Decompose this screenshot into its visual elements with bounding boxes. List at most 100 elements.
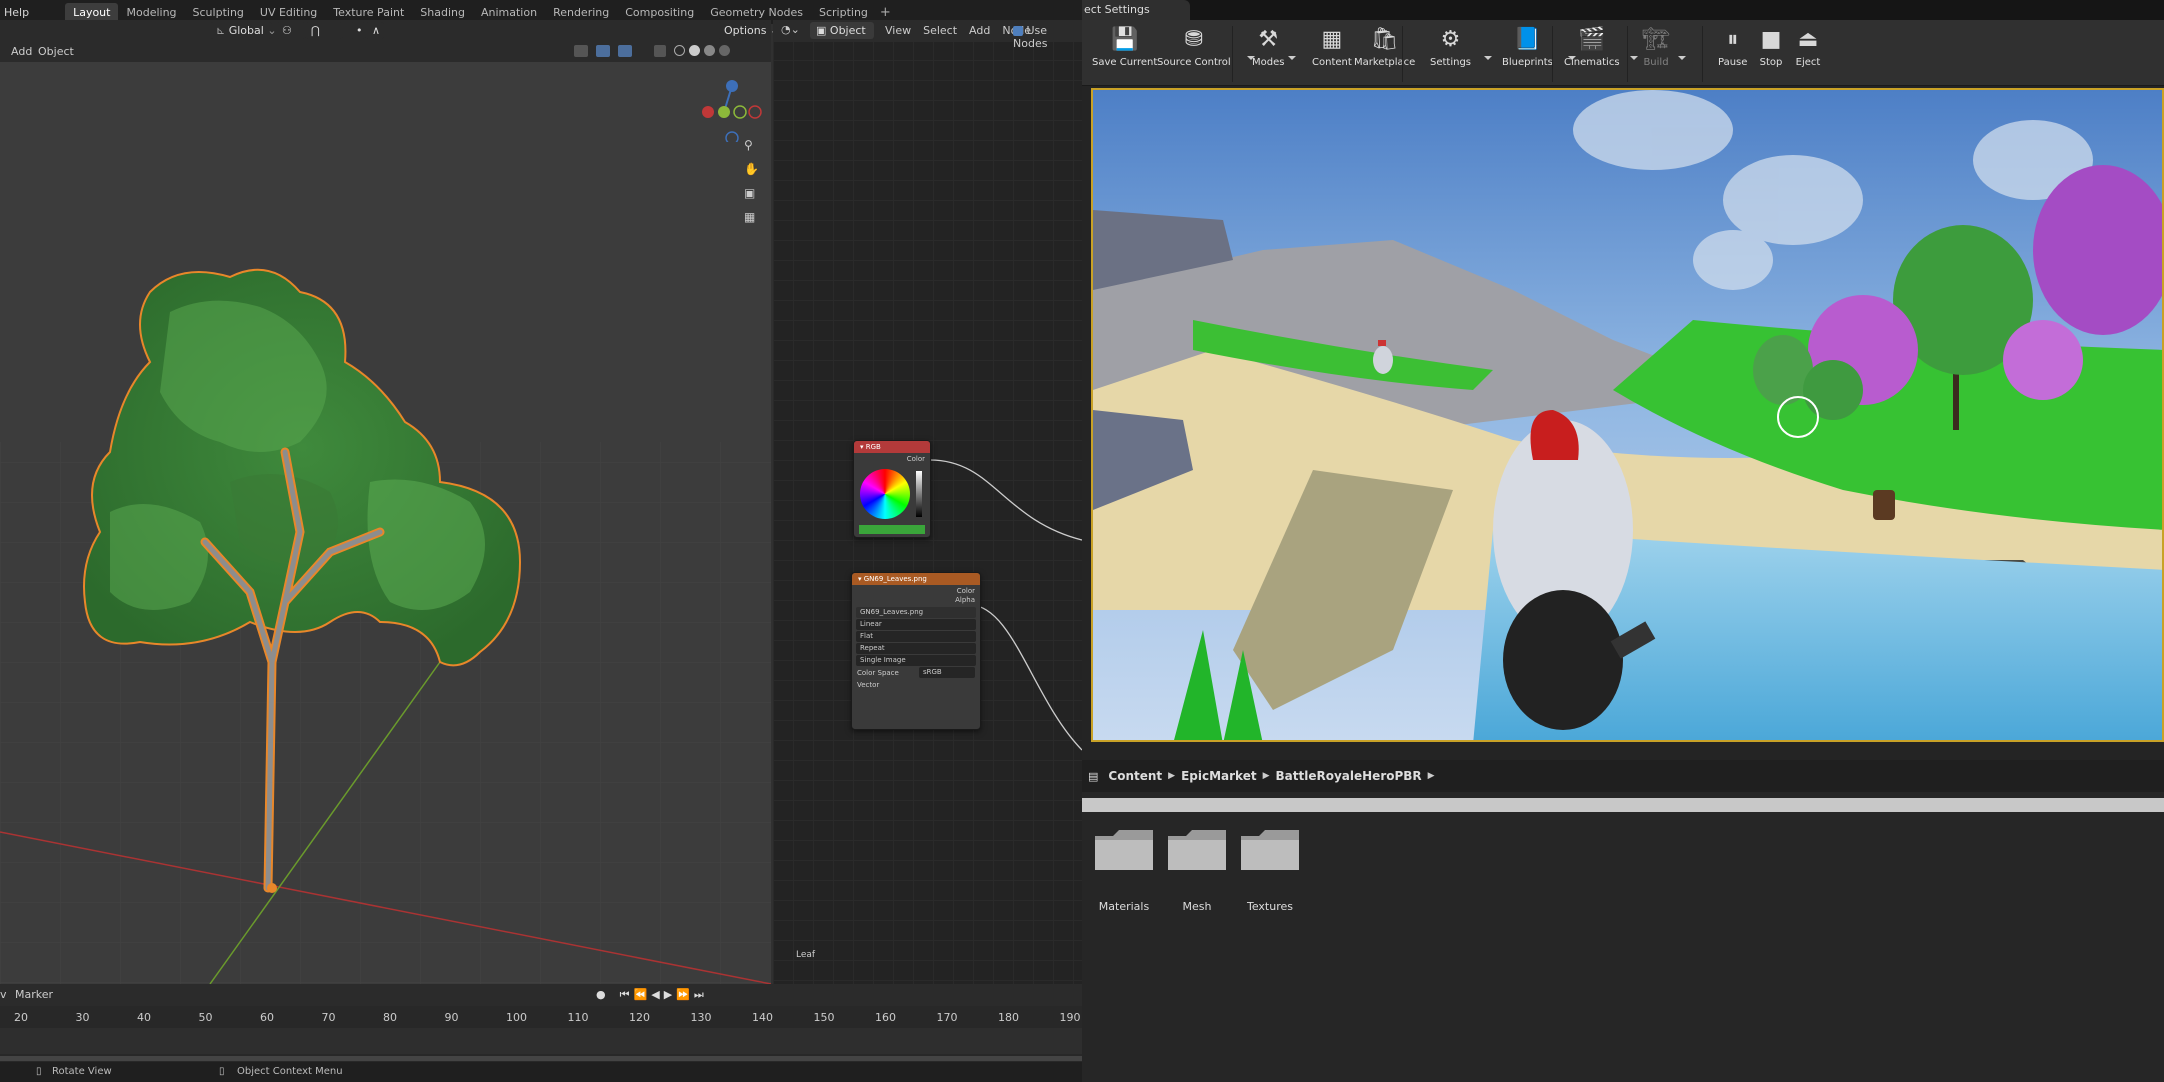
perspective-grid-icon[interactable]: ▦ [744, 210, 759, 224]
zoom-icon[interactable]: ⚲ [744, 138, 759, 152]
add-menu[interactable]: Add [11, 45, 32, 58]
play-icon[interactable]: ▶ [664, 988, 672, 1002]
hand-pan-icon[interactable]: ✋ [744, 162, 759, 176]
project-settings-tab[interactable]: ect Settings [1082, 0, 1190, 20]
output-label: Color [906, 455, 925, 463]
breadcrumb-arrow-icon[interactable]: ▶ [1263, 771, 1270, 781]
tab-compositing[interactable]: Compositing [617, 3, 702, 22]
tab-texture-paint[interactable]: Texture Paint [325, 3, 412, 22]
orientation-dropdown[interactable]: ⊾ Global ⌄ [210, 22, 277, 39]
toolbar-label: Build [1643, 57, 1669, 68]
stop-button[interactable]: ■ Stop [1757, 24, 1785, 69]
breadcrumb-item[interactable]: Content [1108, 769, 1162, 783]
tab-uv-editing[interactable]: UV Editing [252, 3, 325, 22]
interpolation-dropdown[interactable]: Linear [856, 619, 976, 630]
toolbar-label: Content [1312, 57, 1352, 68]
falloff-button[interactable]: ∧ [366, 22, 384, 39]
prev-keyframe-icon[interactable]: ⏪ [634, 988, 648, 1002]
source-control-button[interactable]: ⛃ Source Control [1157, 24, 1231, 69]
blueprints-button[interactable]: 📘 Blueprints [1502, 24, 1553, 69]
help-menu[interactable]: Help [0, 6, 35, 19]
wireframe-shading-icon[interactable] [674, 45, 685, 56]
overlay-icon[interactable] [618, 45, 632, 57]
toolbar-label: Stop [1759, 57, 1783, 68]
game-viewport[interactable] [1091, 88, 2164, 742]
pause-button[interactable]: ⏸ Pause [1718, 24, 1747, 69]
tab-shading[interactable]: Shading [412, 3, 473, 22]
image-selector[interactable]: GN69_Leaves.png [856, 607, 976, 618]
rgb-node[interactable]: ▾ RGB Color [853, 440, 931, 538]
image-texture-node[interactable]: ▾ GN69_Leaves.png Color Alpha GN69_Leave… [851, 572, 981, 730]
breadcrumb-arrow-icon[interactable]: ▶ [1428, 771, 1435, 781]
folder-materials[interactable]: Materials [1092, 826, 1156, 913]
marketplace-button[interactable]: 🛍 Marketplace [1354, 24, 1415, 69]
tab-sculpting[interactable]: Sculpting [185, 3, 252, 22]
tab-scripting[interactable]: Scripting [811, 3, 876, 22]
next-keyframe-icon[interactable]: ⏩ [676, 988, 690, 1002]
breadcrumb-item[interactable]: BattleRoyaleHeroPBR [1276, 769, 1422, 783]
modes-button[interactable]: ⚒ Modes [1252, 24, 1284, 69]
camera-icon[interactable]: ▣ [744, 186, 759, 200]
pivot-dropdown[interactable]: ⚇ [276, 22, 306, 39]
material-shading-icon[interactable] [704, 45, 715, 56]
3d-viewport[interactable]: ⚲ ✋ ▣ ▦ [0, 62, 771, 984]
extension-dropdown[interactable]: Repeat [856, 643, 976, 654]
visibility-icon[interactable] [574, 45, 588, 57]
origin-point[interactable] [267, 883, 277, 893]
vector-input[interactable]: Vector [852, 679, 980, 691]
tab-geometry-nodes[interactable]: Geometry Nodes [702, 3, 811, 22]
color-space-dropdown[interactable]: sRGB [919, 667, 975, 678]
frame-tick: 130 [690, 1011, 712, 1024]
shader-node-editor[interactable]: ◔⌄ ▣ Object ViewSelectAddNode Use Nodes … [773, 20, 1082, 984]
timeline-scrollbar[interactable] [0, 1056, 1082, 1061]
color-swatch[interactable] [859, 525, 925, 534]
tab-layout[interactable]: Layout [65, 2, 119, 22]
image-alpha-output[interactable]: Alpha [852, 594, 980, 606]
record-icon[interactable]: ● [596, 988, 606, 1002]
gizmo-icon[interactable] [596, 45, 610, 57]
folder-tree-icon[interactable]: ▤ [1088, 770, 1098, 783]
xray-icon[interactable] [654, 45, 666, 57]
chevron-down-icon[interactable] [1484, 56, 1492, 60]
tab-rendering[interactable]: Rendering [545, 3, 617, 22]
timeline-ruler[interactable]: 20 30 40 50 60 70 80 90 100 110 120 130 140 150 160 170… [0, 1008, 1082, 1028]
add-workspace-button[interactable]: + [880, 5, 891, 20]
content-button[interactable]: ▦ Content [1312, 24, 1352, 69]
color-wheel[interactable] [860, 469, 910, 519]
jump-end-icon[interactable]: ⏭ [694, 988, 704, 1002]
source-dropdown[interactable]: Single Image [856, 655, 976, 666]
chevron-down-icon[interactable] [1630, 56, 1638, 60]
filter-bar[interactable] [1082, 798, 2164, 812]
options-dropdown[interactable]: Options ⌄ [718, 22, 779, 39]
save-current-button[interactable]: 💾 Save Current [1092, 24, 1157, 69]
rendered-shading-icon[interactable] [719, 45, 730, 56]
snap-dropdown[interactable]: ⋂ [305, 22, 343, 39]
tab-animation[interactable]: Animation [473, 3, 545, 22]
chevron-down-icon[interactable] [1678, 56, 1686, 60]
projection-dropdown[interactable]: Flat [856, 631, 976, 642]
eject-button[interactable]: ⏏ Eject [1794, 24, 1822, 69]
settings-button[interactable]: ⚙ Settings [1430, 24, 1471, 69]
viewport-nav-tools: ⚲ ✋ ▣ ▦ [744, 138, 759, 224]
marker-menu[interactable]: Marker [15, 988, 53, 1001]
view-menu[interactable]: v [0, 988, 7, 1001]
breadcrumb-item[interactable]: EpicMarket [1181, 769, 1257, 783]
folder-mesh[interactable]: Mesh [1165, 826, 1229, 913]
object-menu[interactable]: Object [38, 45, 74, 58]
frame-tick: 190 [1059, 1011, 1081, 1024]
build-button[interactable]: 🏗 Build [1642, 24, 1670, 69]
timeline[interactable]: v Marker ● ⏮ ⏪ ◀ ▶ ⏩ ⏭ 20 30 40 50 60 70 80 90 1… [0, 984, 1082, 1062]
proportional-button[interactable]: • [350, 22, 366, 39]
chevron-down-icon[interactable] [1288, 56, 1296, 60]
jump-start-icon[interactable]: ⏮ [620, 988, 630, 1002]
stop-icon: ■ [1760, 26, 1782, 52]
play-reverse-icon[interactable]: ◀ [651, 988, 659, 1002]
value-slider[interactable] [916, 471, 922, 517]
folder-textures[interactable]: Textures [1238, 826, 1302, 913]
rgb-color-output[interactable]: Color [854, 453, 930, 465]
cinematics-button[interactable]: 🎬 Cinematics [1564, 24, 1620, 69]
tab-modeling[interactable]: Modeling [118, 3, 184, 22]
breadcrumb-arrow-icon[interactable]: ▶ [1168, 771, 1175, 781]
solid-shading-icon[interactable] [689, 45, 700, 56]
navigation-gizmo[interactable] [700, 72, 770, 145]
